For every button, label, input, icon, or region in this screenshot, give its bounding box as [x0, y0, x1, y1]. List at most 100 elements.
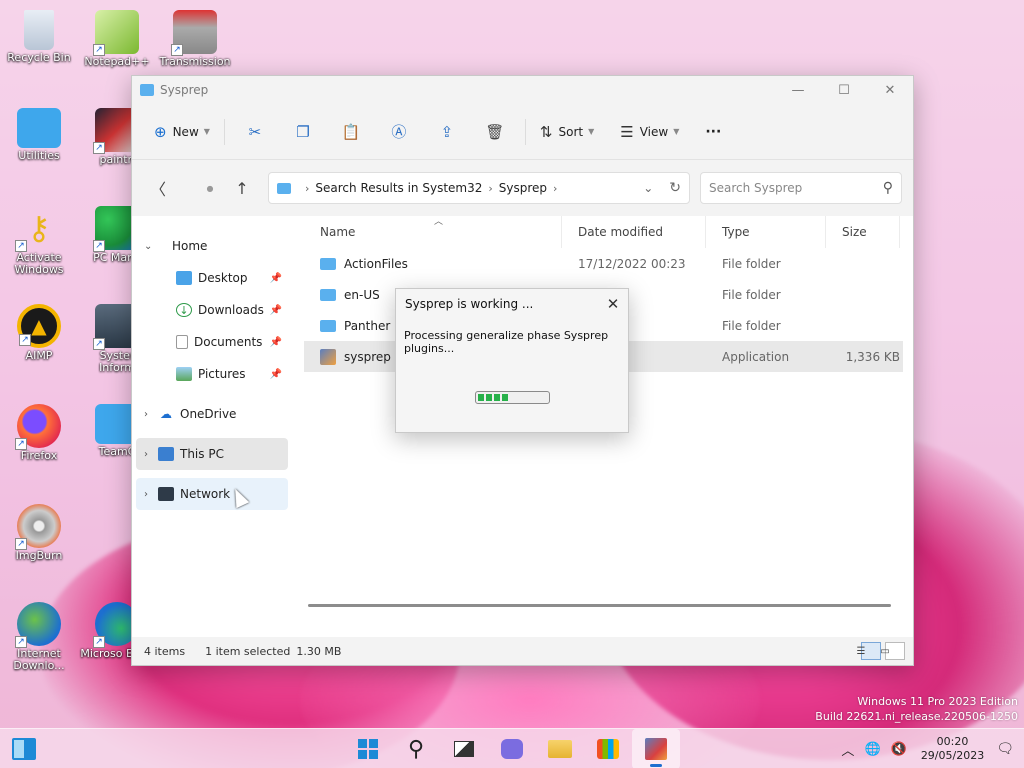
details-view-button[interactable]: ☰ — [857, 642, 881, 660]
desktop-icon-imgburn[interactable]: ↗ ImgBurn — [2, 504, 76, 562]
desktop-icon-recycle-bin[interactable]: Recycle Bin — [2, 10, 76, 64]
desktop-icon-label: ImgBurn — [15, 549, 63, 562]
clock-time: 00:20 — [936, 735, 969, 748]
item-count: 4 items — [144, 644, 186, 658]
breadcrumb-sysprep[interactable]: Sysprep — [499, 181, 547, 195]
sidebar-item-network[interactable]: › Network — [136, 478, 288, 510]
sort-label: Sort — [558, 124, 584, 139]
cell-size: 1,336 KB — [845, 349, 900, 364]
start-button[interactable] — [344, 729, 392, 768]
dialog-title-bar: Sysprep is working ... ✕ — [396, 289, 628, 319]
sidebar-item-documents[interactable]: Documents 📌 — [136, 326, 288, 358]
address-bar[interactable]: › Search Results in System32 › Sysprep ›… — [268, 172, 690, 204]
address-history-chevron-down-icon[interactable]: ⌄ — [643, 181, 653, 195]
chevron-up-icon[interactable]: ︿ — [841, 740, 854, 759]
taskbar-apps: ⚲ — [344, 729, 680, 768]
sysprep-taskbar-button[interactable] — [632, 729, 680, 768]
forward-button[interactable]: ● — [194, 173, 226, 203]
microsoft-store-button[interactable] — [584, 729, 632, 768]
selection-size: 1.30 MB — [296, 644, 342, 658]
column-header-date[interactable]: Date modified — [562, 216, 706, 248]
taskbar-search-button[interactable]: ⚲ — [392, 729, 440, 768]
pin-icon[interactable]: 📌 — [270, 273, 282, 284]
close-button[interactable]: ✕ — [867, 76, 913, 104]
cell-name: ActionFiles — [304, 257, 562, 271]
search-input[interactable] — [709, 181, 883, 195]
sidebar-item-pictures[interactable]: Pictures 📌 — [136, 358, 288, 390]
imgburn-icon: ↗ — [15, 504, 61, 550]
rename-button[interactable]: Ⓐ — [375, 115, 423, 149]
sidebar-item-home[interactable]: ⌄ Home — [136, 230, 288, 262]
speaker-muted-icon[interactable]: 🔇 — [891, 742, 907, 757]
progress-fill — [478, 394, 510, 401]
maximize-button[interactable]: ☐ — [821, 76, 867, 104]
notification-icon[interactable]: 🗨 — [996, 741, 1014, 757]
column-header-name[interactable]: Name — [304, 216, 562, 248]
cell-type: File folder — [722, 256, 781, 271]
desktop-icon — [176, 271, 192, 285]
sidebar-item-label: Downloads — [198, 303, 264, 317]
sort-icon: ⇅ — [539, 122, 553, 141]
copy-button[interactable]: ❐ — [279, 115, 327, 149]
desktop-icon-activate-windows[interactable]: ⚷ ↗ Activate Windows — [2, 206, 76, 276]
back-button[interactable]: 〈 — [142, 173, 174, 203]
column-header-type[interactable]: Type — [706, 216, 826, 248]
more-options-button[interactable]: ··· — [697, 115, 729, 149]
horizontal-scrollbar[interactable] — [308, 604, 891, 607]
sort-button[interactable]: ⇅ Sort ▼ — [532, 115, 602, 149]
cell-type: File folder — [722, 318, 781, 333]
clock[interactable]: 00:20 29/05/2023 — [921, 735, 984, 763]
table-row[interactable]: ActionFiles 17/12/2022 00:23 File folder — [304, 248, 903, 279]
sidebar-item-this-pc[interactable]: › This PC — [136, 438, 288, 470]
sidebar-item-onedrive[interactable]: › ☁ OneDrive — [136, 398, 288, 430]
dialog-close-button[interactable]: ✕ — [598, 295, 628, 313]
paste-button[interactable]: 📋 — [327, 115, 375, 149]
delete-button[interactable]: 🗑 — [471, 115, 519, 149]
breadcrumb-search-results[interactable]: Search Results in System32 — [315, 181, 482, 195]
pin-icon[interactable]: 📌 — [270, 305, 282, 316]
system-tray: ︿ 🌐 🔇 00:20 29/05/2023 🗨 — [841, 729, 1024, 768]
teams-chat-button[interactable] — [488, 729, 536, 768]
arrow-up-icon: ↑ — [235, 178, 249, 198]
folder-icon — [548, 740, 572, 758]
new-button[interactable]: ⊕ New ▼ — [146, 115, 218, 149]
notepadpp-icon: ↗ — [93, 10, 139, 56]
chat-icon — [501, 739, 523, 759]
desktop-icon-notepadpp[interactable]: ↗ Notepad++ — [80, 10, 154, 68]
chevron-right-icon: › — [305, 181, 310, 195]
share-icon: ⇪ — [440, 122, 454, 141]
search-box[interactable]: ⚲ — [700, 172, 902, 204]
search-icon: ⚲ — [407, 736, 425, 762]
view-icon: ☰ — [620, 122, 634, 141]
cell-type: File folder — [722, 287, 781, 302]
file-explorer-taskbar-button[interactable] — [536, 729, 584, 768]
sysprep-progress-dialog: Sysprep is working ... ✕ Processing gene… — [395, 288, 629, 433]
desktop-icon-label: Utilities — [18, 149, 60, 162]
pin-icon[interactable]: 📌 — [270, 369, 282, 380]
desktop-icon-firefox[interactable]: ↗ Firefox — [2, 404, 76, 462]
share-button[interactable]: ⇪ — [423, 115, 471, 149]
desktop-icon-aimp[interactable]: ▲ ↗ AIMP — [2, 304, 76, 362]
column-header-size[interactable]: Size — [826, 216, 900, 248]
task-view-button[interactable] — [440, 729, 488, 768]
desktop-icon-utilities[interactable]: Utilities — [2, 108, 76, 162]
refresh-icon[interactable]: ↻ — [669, 180, 681, 196]
sidebar-item-downloads[interactable]: ↓ Downloads 📌 — [136, 294, 288, 326]
tiles-view-button[interactable]: ▭ — [880, 642, 905, 660]
pin-icon[interactable]: 📌 — [270, 337, 282, 348]
sidebar-item-desktop[interactable]: Desktop 📌 — [136, 262, 288, 294]
view-button[interactable]: ☰ View ▼ — [612, 115, 687, 149]
cut-button[interactable]: ✂ — [231, 115, 279, 149]
store-icon — [597, 739, 619, 759]
computer-icon — [158, 447, 174, 461]
widgets-button[interactable] — [12, 738, 36, 760]
globe-icon[interactable]: 🌐 — [864, 742, 880, 757]
minimize-button[interactable]: — — [775, 76, 821, 104]
desktop-icon-internet-download-manager[interactable]: ↗ Internet Downlo... — [2, 602, 76, 672]
desktop-icon-transmission[interactable]: ↗ Transmission — [158, 10, 232, 68]
document-icon — [176, 335, 188, 349]
watermark-build: Build 22621.ni_release.220506-1250 — [815, 710, 1018, 723]
up-button[interactable]: ↑ — [226, 173, 258, 203]
dialog-message: Processing generalize phase Sysprep plug… — [404, 329, 609, 355]
